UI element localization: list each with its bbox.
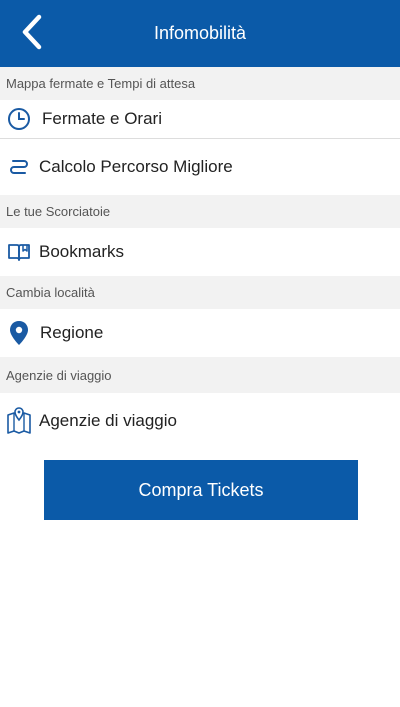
menu-item-label: Bookmarks (39, 242, 125, 261)
menu-item-label: Calcolo Percorso Migliore (39, 157, 233, 176)
screen: Infomobilità Mappa fermate e Tempi di at… (0, 0, 400, 707)
buy-tickets-button[interactable]: Compra Tickets (44, 460, 358, 520)
book-icon (6, 239, 32, 265)
section-header-agencies: Agenzie di viaggio (0, 357, 400, 393)
page-title: Infomobilità (153, 23, 247, 43)
menu-item-label: Regione (40, 323, 104, 342)
map-pin-icon (6, 407, 32, 434)
location-pin-icon (6, 320, 32, 346)
menu-item-label: Fermate e Orari (42, 109, 162, 128)
menu-item-region[interactable]: Regione (0, 309, 400, 357)
route-icon (6, 154, 32, 180)
menu-item-best-route[interactable]: Calcolo Percorso Migliore (0, 139, 400, 195)
menu-item-bookmarks[interactable]: Bookmarks (0, 228, 400, 276)
menu-item-label: Agenzie di viaggio (39, 411, 177, 430)
section-header-stops: Mappa fermate e Tempi di attesa (0, 67, 400, 100)
section-header-shortcuts: Le tue Scorciatoie (0, 195, 400, 228)
clock-icon (6, 106, 32, 132)
app-header: Infomobilità (0, 0, 400, 67)
menu-item-stops-schedules[interactable]: Fermate e Orari (0, 100, 400, 138)
section-header-location: Cambia località (0, 276, 400, 309)
menu-item-travel-agencies[interactable]: Agenzie di viaggio (0, 393, 400, 449)
